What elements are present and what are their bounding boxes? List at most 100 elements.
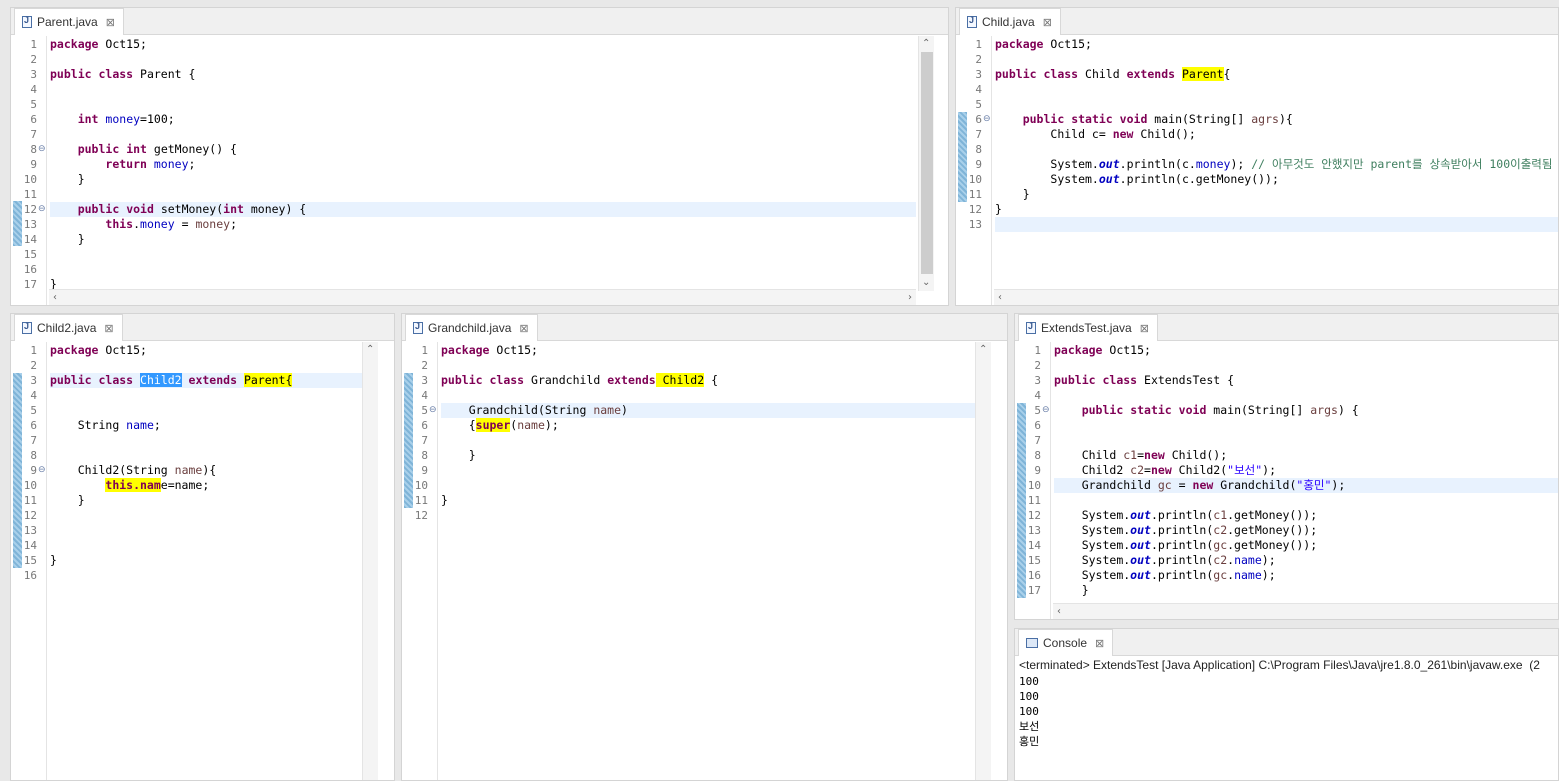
- tab-label: Child2.java: [37, 321, 97, 335]
- line-number: 1: [30, 38, 37, 51]
- chevron-left-icon[interactable]: ‹: [1057, 604, 1061, 619]
- close-icon[interactable]: ⊠: [104, 322, 113, 335]
- code-line: System.out.println(c.getMoney());: [1050, 172, 1279, 186]
- line-number: 17: [23, 278, 37, 291]
- horizontal-scrollbar[interactable]: ‹ ›: [49, 289, 916, 305]
- code-line: public static void main(String[] agrs){: [1022, 112, 1293, 126]
- code-line: }: [468, 448, 476, 462]
- line-number: 4: [421, 389, 428, 402]
- line-number: 7: [30, 434, 37, 447]
- fold-minus-icon[interactable]: ⊖: [983, 112, 991, 127]
- vertical-scrollbar[interactable]: ⌃: [362, 342, 378, 780]
- fold-minus-icon[interactable]: ⊖: [38, 202, 46, 217]
- code-line: System.out.println(c.money); // 아무것도 안했지…: [1050, 157, 1553, 171]
- line-number: 15: [1027, 554, 1041, 567]
- line-number: 2: [30, 53, 37, 66]
- chevron-up-icon[interactable]: ⌃: [366, 342, 374, 358]
- close-icon[interactable]: ⊠: [1140, 322, 1149, 335]
- line-number: 9: [30, 464, 37, 477]
- fold-minus-icon[interactable]: ⊖: [429, 403, 437, 418]
- fold-minus-icon[interactable]: ⊖: [38, 463, 46, 478]
- line-number: 14: [23, 233, 37, 246]
- tab-child2-java[interactable]: Child2.java ⊠: [14, 314, 123, 341]
- code-line: package Oct15;: [50, 37, 147, 51]
- code-editor[interactable]: 1 2 3 4 5 ⊖ 6 7 8 9 10 11 12 13 14 15 16…: [1015, 342, 1558, 619]
- line-number: 11: [1027, 494, 1041, 507]
- line-number: 2: [30, 359, 37, 372]
- line-number: 13: [23, 524, 37, 537]
- console-header: <terminated> ExtendsTest [Java Applicati…: [1019, 658, 1540, 672]
- line-number: 8: [30, 143, 37, 156]
- scrollbar-thumb[interactable]: [921, 52, 933, 274]
- line-number: 8: [30, 449, 37, 462]
- code-area[interactable]: package Oct15; public class Parent { int…: [50, 36, 916, 305]
- horizontal-scrollbar[interactable]: ‹: [994, 289, 1558, 305]
- console-output-line: 보선: [1019, 720, 1040, 733]
- console-panel: Console ⊠ <terminated> ExtendsTest [Java…: [1014, 628, 1559, 781]
- horizontal-scrollbar[interactable]: ‹: [1053, 603, 1558, 619]
- code-line: this.name=name;: [105, 478, 210, 492]
- line-number: 13: [1027, 524, 1041, 537]
- code-area[interactable]: package Oct15; public class Child2 exten…: [50, 342, 362, 780]
- line-number: 1: [421, 344, 428, 357]
- code-editor[interactable]: 1 2 3 4 5 6 ⊖ 7 8 9 10 11 12 13 package …: [956, 36, 1558, 305]
- tab-label: Parent.java: [37, 15, 98, 29]
- vertical-scrollbar[interactable]: ⌃: [975, 342, 991, 780]
- editor-panel-child2: Child2.java ⊠ 1 2 3 4 5 6 7 8 9 ⊖ 10 11 …: [10, 313, 395, 781]
- tab-bar: Child.java ⊠: [956, 8, 1558, 35]
- line-number: 8: [421, 449, 428, 462]
- line-number: 1: [1034, 344, 1041, 357]
- code-area[interactable]: package Oct15; public class ExtendsTest …: [1054, 342, 1558, 619]
- line-number: 7: [421, 434, 428, 447]
- chevron-up-icon[interactable]: ⌃: [979, 342, 987, 358]
- close-icon[interactable]: ⊠: [519, 322, 528, 335]
- chevron-left-icon[interactable]: ‹: [998, 290, 1002, 305]
- console-output-line: 100: [1019, 690, 1039, 703]
- close-icon[interactable]: ⊠: [1095, 637, 1104, 650]
- code-area[interactable]: package Oct15; public class Grandchild e…: [441, 342, 975, 780]
- close-icon[interactable]: ⊠: [1043, 16, 1052, 29]
- fold-minus-icon[interactable]: ⊖: [1042, 403, 1050, 418]
- line-number: 10: [414, 479, 428, 492]
- code-line: int money=100;: [77, 112, 175, 126]
- code-line: System.out.println(c2.getMoney());: [1081, 523, 1318, 537]
- line-number: 15: [23, 554, 37, 567]
- code-line: {super(name);: [468, 418, 559, 432]
- code-line: System.out.println(c1.getMoney());: [1081, 508, 1318, 522]
- tab-grandchild-java[interactable]: Grandchild.java ⊠: [405, 314, 538, 341]
- code-editor[interactable]: 1 2 3 4 5 ⊖ 6 7 8 9 10 11 12 package Oct…: [402, 342, 1007, 780]
- fold-minus-icon[interactable]: ⊖: [38, 142, 46, 157]
- tab-child-java[interactable]: Child.java ⊠: [959, 8, 1061, 35]
- code-area[interactable]: package Oct15; public class Child extend…: [995, 36, 1558, 305]
- vertical-scrollbar[interactable]: ⌃ ⌄: [918, 36, 934, 291]
- code-line: }: [995, 202, 1002, 216]
- code-line: }: [441, 493, 448, 507]
- line-number: 6: [975, 113, 982, 126]
- tab-extendstest-java[interactable]: ExtendsTest.java ⊠: [1018, 314, 1158, 341]
- code-editor[interactable]: 1 2 3 4 5 6 7 8 ⊖ 9 10 11 12 ⊖ 13 14 15 …: [11, 36, 948, 305]
- close-icon[interactable]: ⊠: [106, 16, 115, 29]
- editor-panel-grandchild: Grandchild.java ⊠ 1 2 3 4 5 ⊖ 6 7 8 9 10…: [401, 313, 1008, 781]
- tab-label: Grandchild.java: [428, 321, 512, 335]
- editor-panel-extendstest: ExtendsTest.java ⊠ 1 2 3 4 5 ⊖ 6 7 8 9 1…: [1014, 313, 1559, 620]
- tab-parent-java[interactable]: Parent.java ⊠: [14, 8, 124, 35]
- code-editor[interactable]: 1 2 3 4 5 6 7 8 9 ⊖ 10 11 12 13 14 15 16…: [11, 342, 394, 780]
- line-number: 12: [23, 203, 37, 216]
- chevron-up-icon[interactable]: ⌃: [922, 36, 930, 52]
- code-line: Child2 c2=new Child2("보선");: [1081, 463, 1277, 477]
- chevron-left-icon[interactable]: ‹: [53, 290, 57, 305]
- editor-panel-child: Child.java ⊠ 1 2 3 4 5 6 ⊖ 7 8 9 10 11 1…: [955, 7, 1559, 306]
- line-number: 3: [30, 68, 37, 81]
- line-number-gutter: 1 2 3 4 5 6 7 8 9 ⊖ 10 11 12 13 14 15 16: [11, 342, 47, 780]
- line-number: 1: [975, 38, 982, 51]
- line-number: 3: [1034, 374, 1041, 387]
- line-number: 16: [1027, 569, 1041, 582]
- editor-panel-parent: Parent.java ⊠ 1 2 3 4 5 6 7 8 ⊖ 9 10 11 …: [10, 7, 949, 306]
- chevron-down-icon[interactable]: ⌄: [922, 275, 930, 291]
- code-line: }: [1081, 583, 1089, 597]
- code-line-current: Grandchild gc = new Grandchild("홍민");: [1054, 478, 1558, 493]
- line-number: 10: [968, 173, 982, 186]
- chevron-right-icon[interactable]: ›: [908, 290, 912, 305]
- code-line: this.money = money;: [105, 217, 237, 231]
- tab-console[interactable]: Console ⊠: [1018, 629, 1114, 656]
